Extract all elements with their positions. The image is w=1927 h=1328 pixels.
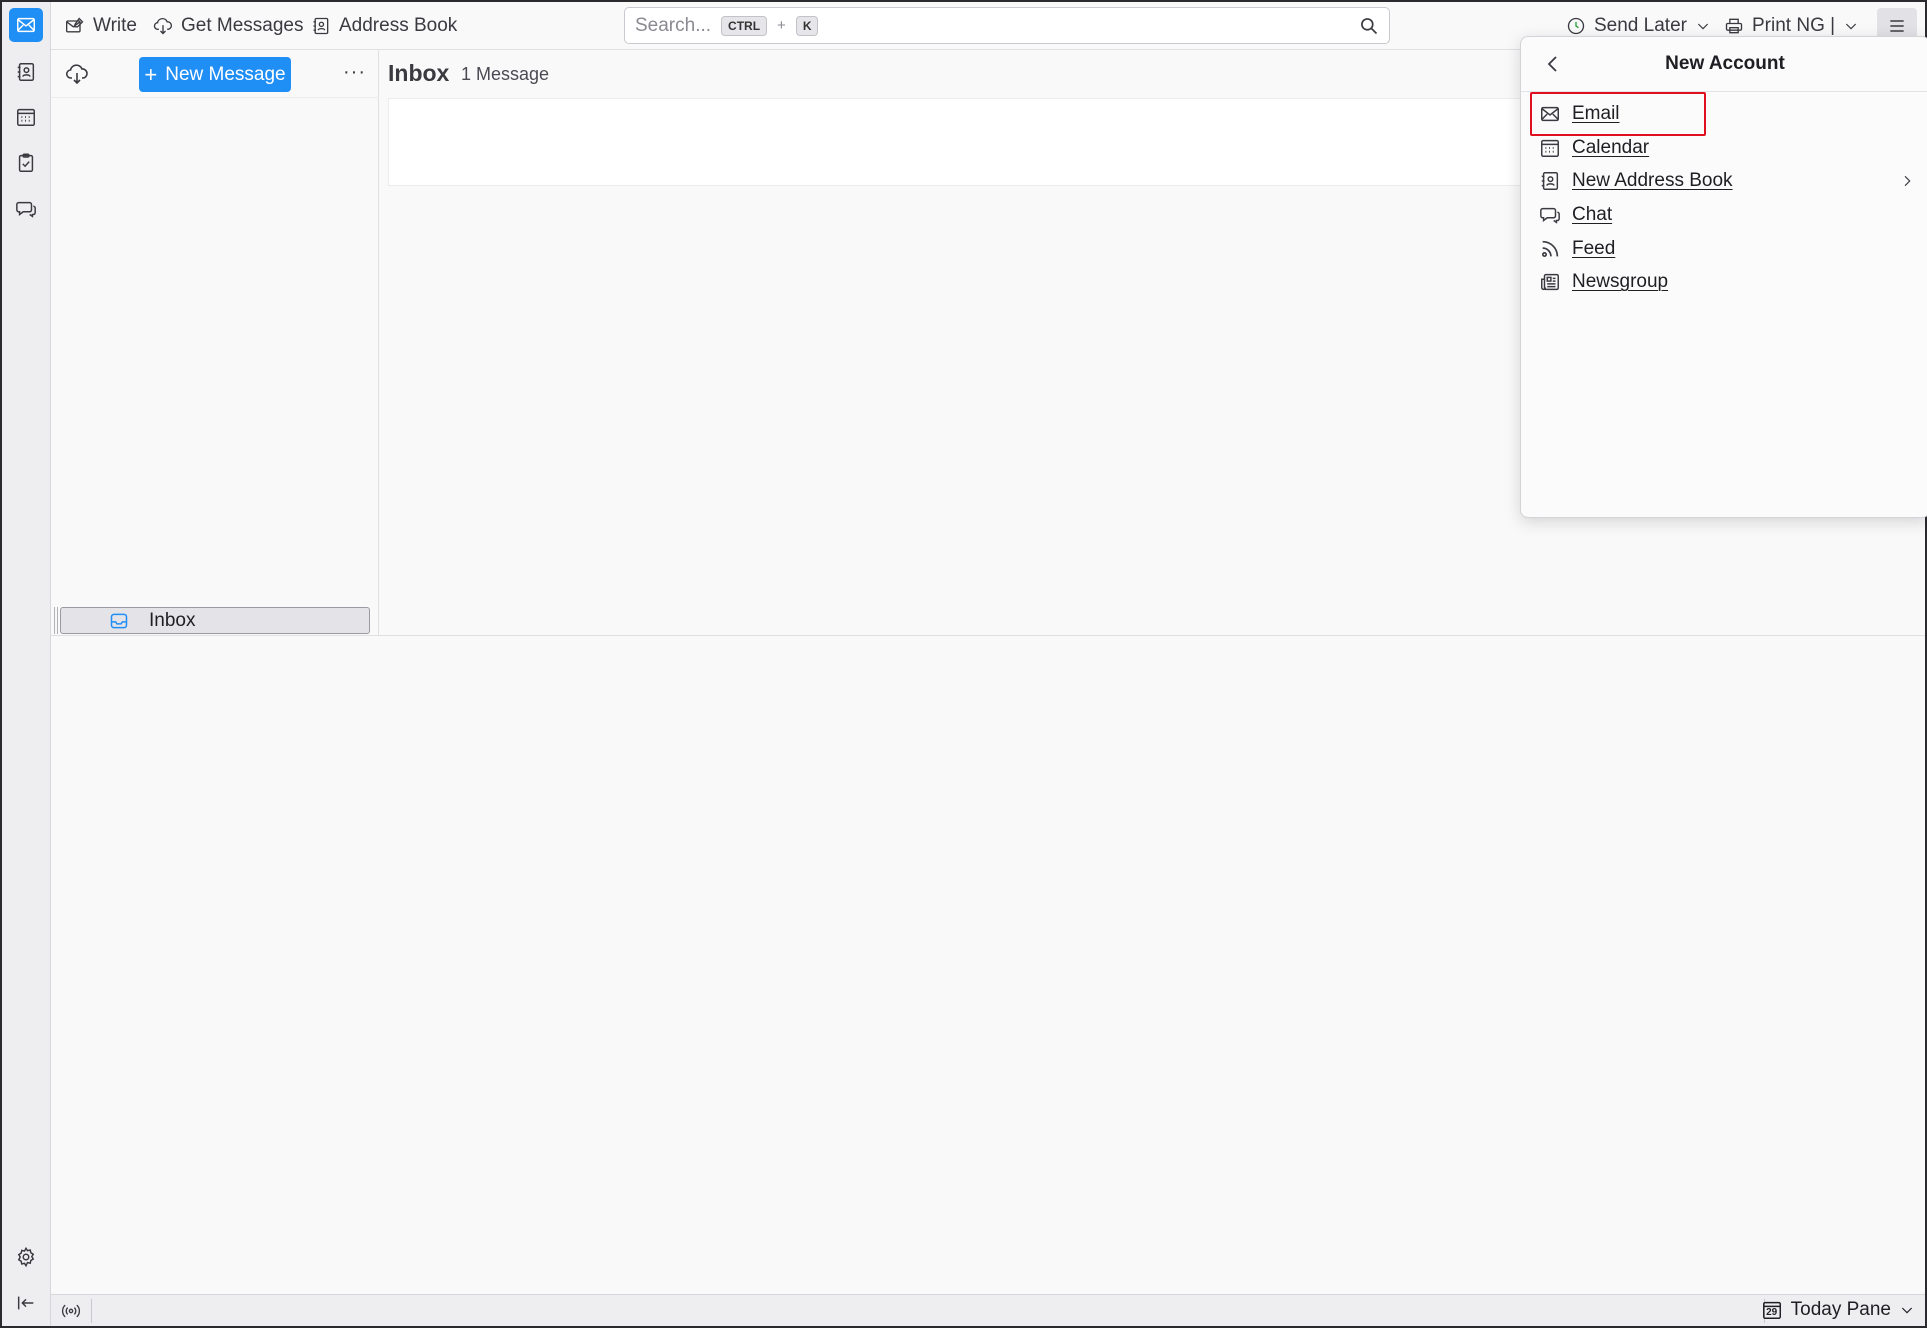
printer-icon — [1725, 18, 1743, 34]
calendar-icon — [17, 108, 35, 126]
panel-header: New Account — [1521, 37, 1927, 92]
print-ng-label: Print NG | — [1752, 15, 1836, 36]
menu-item-label: Calendar — [1572, 137, 1650, 158]
new-message-button[interactable]: + New Message — [139, 57, 291, 92]
resize-grip[interactable] — [54, 607, 58, 634]
address-book-label: Address Book — [339, 15, 458, 36]
tasks-icon — [18, 153, 34, 172]
menu-item-calendar[interactable]: Calendar — [1521, 133, 1927, 163]
feed-icon — [1542, 240, 1559, 257]
new-account-panel: New Account Email Calendar New Address B… — [1520, 36, 1927, 518]
folder-pane-header: + New Message ··· — [51, 50, 379, 98]
menu-item-label: Feed — [1572, 238, 1616, 259]
chat-icon — [1540, 207, 1560, 224]
tasks-space-button[interactable] — [9, 146, 43, 180]
address-book-icon — [1541, 172, 1559, 190]
status-bar: 29 Today Pane — [51, 1294, 1925, 1326]
spaces-toolbar — [2, 2, 51, 1326]
gear-icon — [17, 1246, 35, 1268]
today-pane-button[interactable]: 29 Today Pane — [1761, 1299, 1915, 1321]
hamburger-icon — [1890, 20, 1904, 32]
send-later-label: Send Later — [1594, 15, 1687, 36]
shortcut-k-key: K — [795, 15, 819, 36]
calendar-day-icon: 29 — [1761, 1299, 1783, 1321]
search-placeholder: Search... — [635, 14, 712, 36]
chevron-down-icon — [1697, 23, 1709, 30]
inbox-icon — [110, 613, 128, 629]
chat-space-button[interactable] — [9, 192, 43, 226]
menu-item-label: Newsgroup — [1572, 271, 1669, 292]
address-book-button[interactable]: Address Book — [311, 10, 457, 42]
folder-item-inbox[interactable]: Inbox — [60, 607, 370, 634]
menu-item-newsgroup[interactable]: Newsgroup — [1521, 267, 1927, 297]
chevron-right-icon — [1904, 175, 1911, 187]
address-book-space-button[interactable] — [9, 55, 43, 89]
chat-icon — [16, 201, 36, 218]
newsgroup-icon — [1541, 273, 1559, 291]
mail-space-button[interactable] — [9, 8, 43, 42]
write-icon — [66, 17, 84, 33]
folder-pane: + New Message ··· Inbox — [51, 50, 379, 635]
highlight-box — [1530, 92, 1706, 136]
envelope-icon — [17, 17, 35, 33]
menu-item-chat[interactable]: Chat — [1521, 200, 1927, 230]
menu-item-label: New Address Book — [1572, 170, 1733, 191]
folder-label: Inbox — [149, 610, 196, 631]
folder-title: Inbox — [388, 60, 450, 86]
address-book-icon — [17, 63, 35, 81]
message-count: 1 Message — [461, 64, 550, 84]
folder-pane-options-button[interactable]: ··· — [343, 61, 366, 84]
today-pane-label: Today Pane — [1790, 1299, 1891, 1320]
collapse-spaces-button[interactable] — [9, 1286, 43, 1320]
message-list[interactable] — [388, 98, 1638, 186]
write-button[interactable]: Write — [65, 10, 137, 42]
plus-icon: + — [144, 61, 158, 87]
chevron-down-icon — [1901, 1307, 1913, 1314]
get-messages-button[interactable]: Get Messages — [153, 10, 304, 42]
calendar-icon — [1541, 139, 1559, 157]
menu-item-label: Chat — [1572, 204, 1613, 225]
message-pane — [51, 636, 1925, 1294]
settings-button[interactable] — [9, 1240, 43, 1274]
cloud-download-icon — [153, 17, 172, 35]
address-book-icon — [313, 17, 329, 35]
search-icon[interactable] — [1359, 16, 1379, 36]
shortcut-plus: + — [777, 17, 786, 34]
new-message-label: New Message — [165, 63, 286, 85]
shortcut-ctrl-key: CTRL — [721, 15, 768, 36]
cloud-download-icon[interactable] — [65, 62, 89, 86]
menu-item-feed[interactable]: Feed — [1521, 234, 1927, 264]
calendar-day-number: 29 — [1766, 1307, 1778, 1318]
menu-item-new-address-book[interactable]: New Address Book — [1521, 166, 1927, 196]
get-messages-label: Get Messages — [181, 15, 304, 36]
chevron-down-icon — [1845, 23, 1857, 30]
panel-title: New Account — [1665, 53, 1785, 74]
status-separator — [91, 1299, 92, 1323]
online-status-icon[interactable] — [59, 1301, 83, 1321]
clock-icon — [1567, 17, 1585, 35]
collapse-left-icon — [17, 1296, 34, 1310]
calendar-space-button[interactable] — [9, 100, 43, 134]
search-input[interactable]: Search... CTRL + K — [624, 7, 1390, 44]
write-label: Write — [93, 15, 137, 36]
